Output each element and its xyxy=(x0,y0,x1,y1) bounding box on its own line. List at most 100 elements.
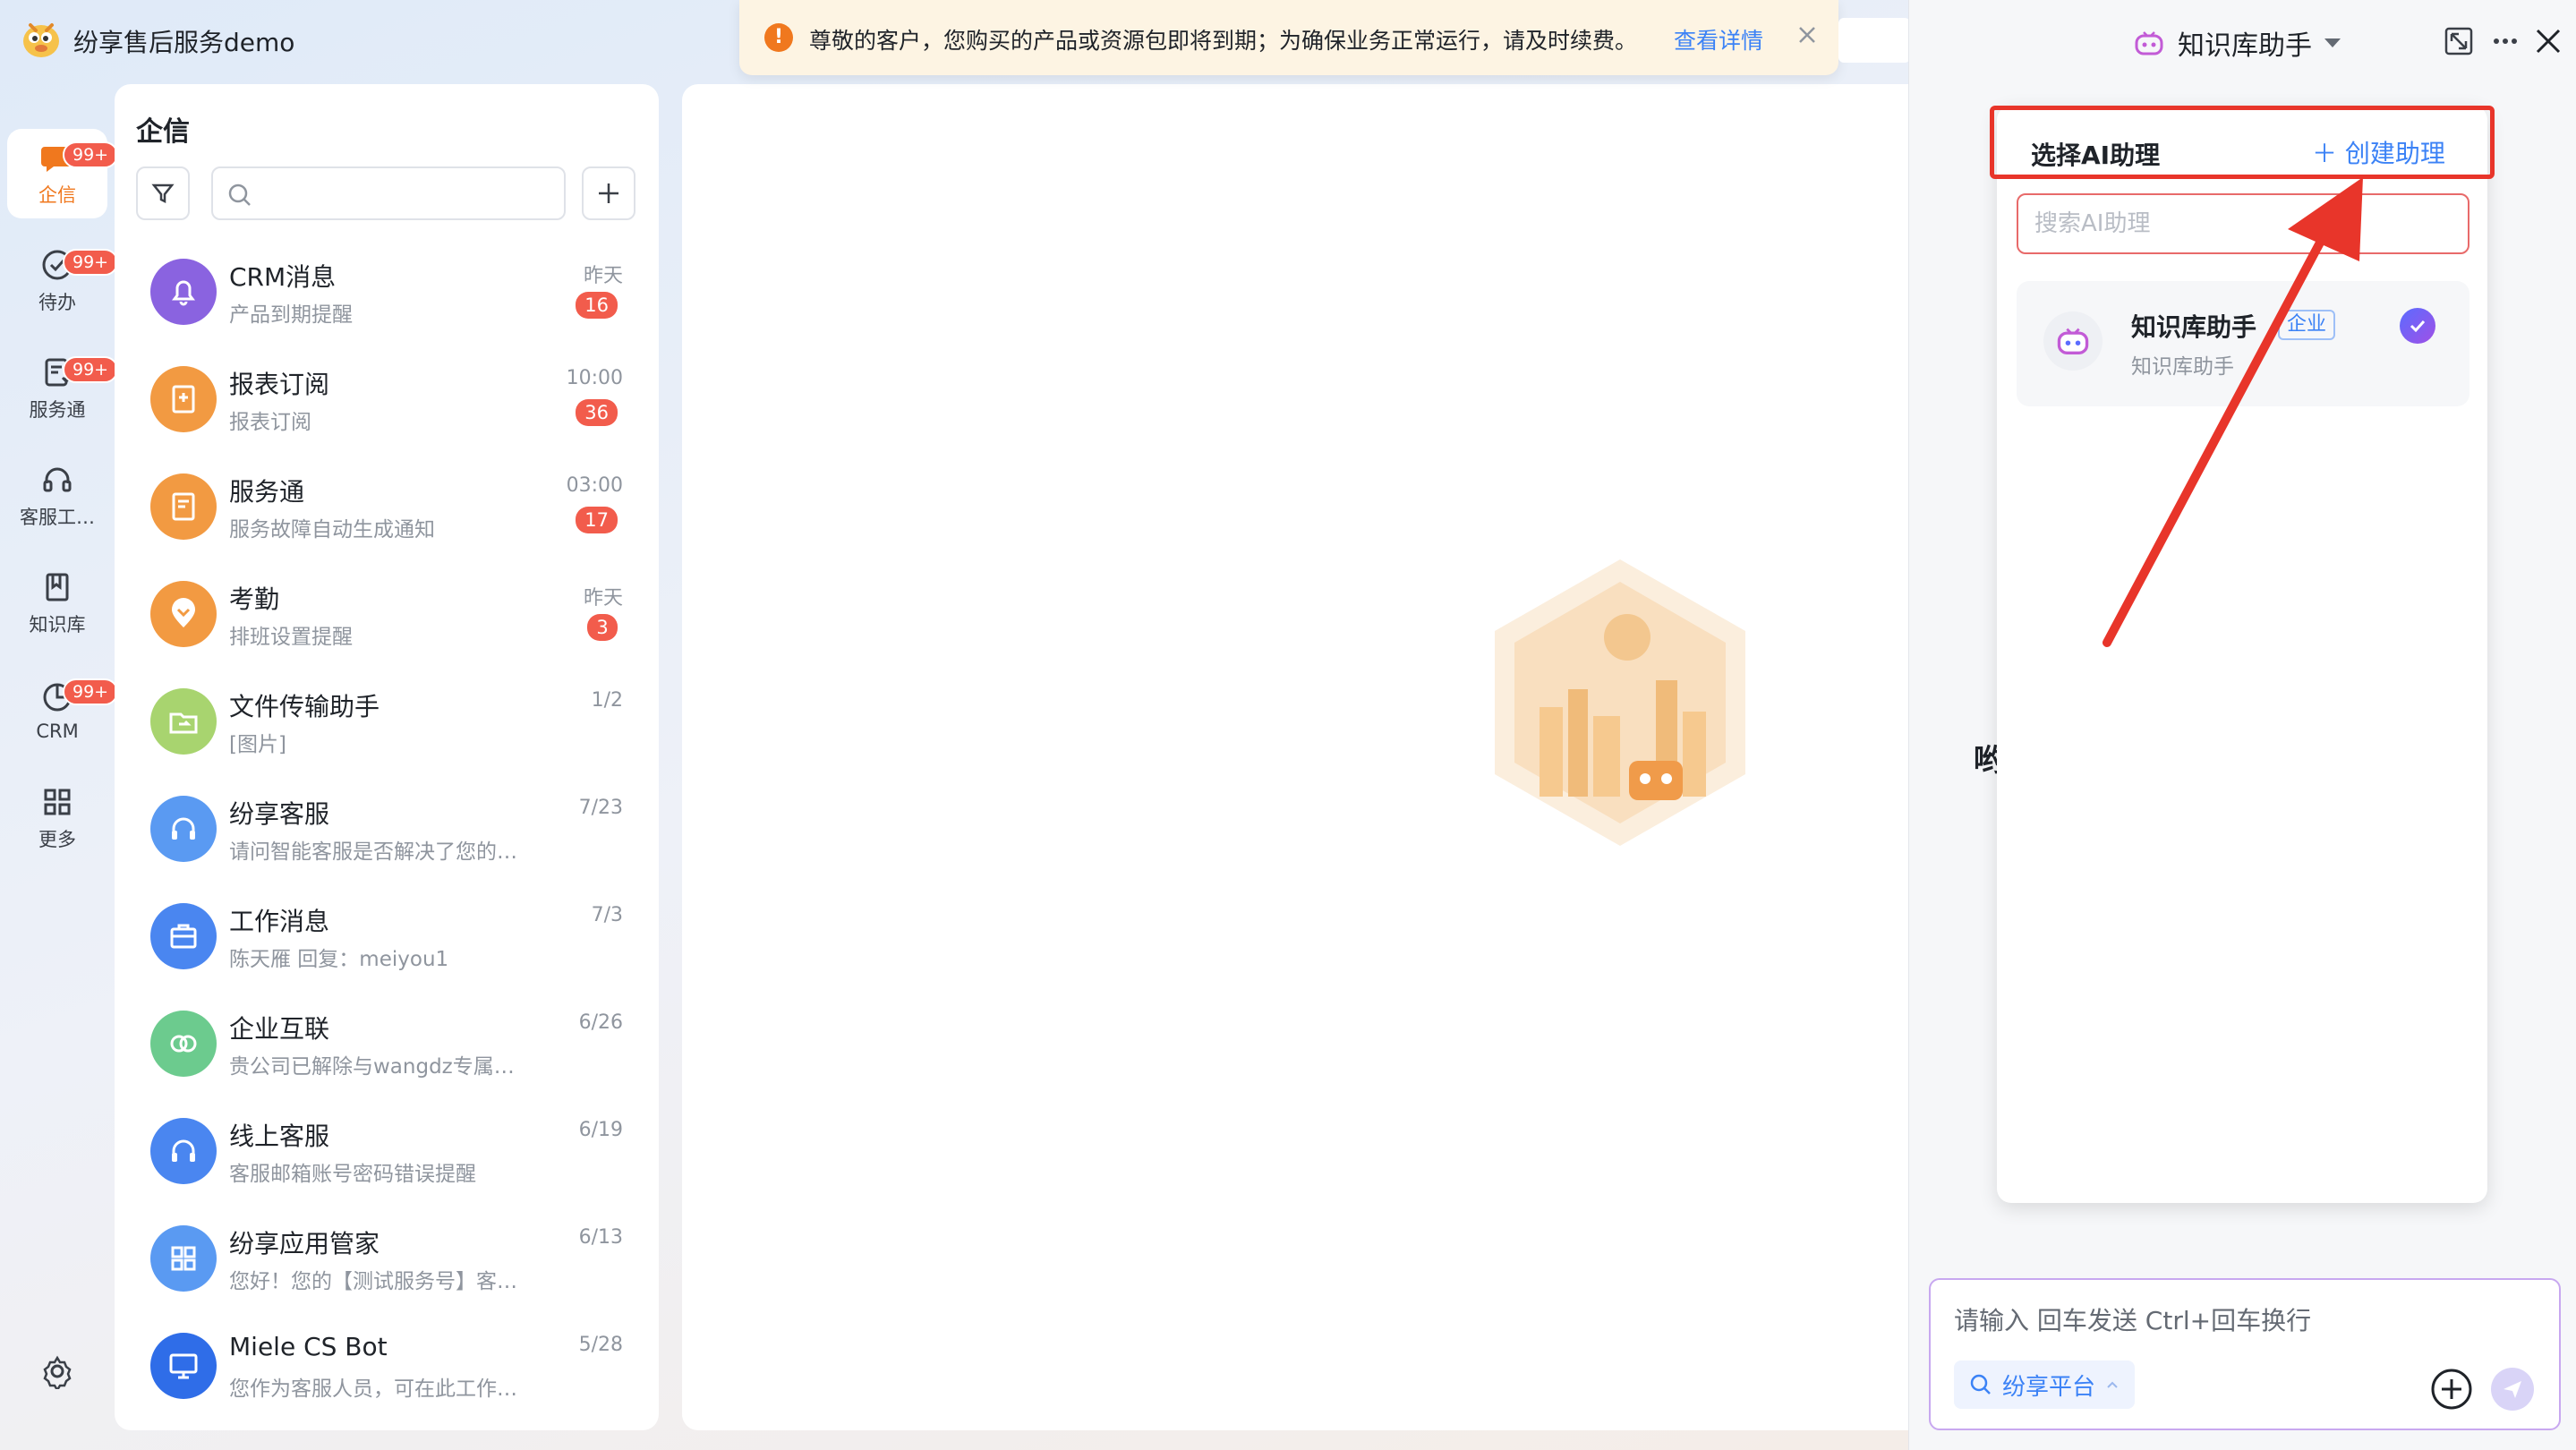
conversation-preview: 客服邮箱账号密码错误提醒 xyxy=(229,1163,476,1186)
conversation-item[interactable]: 文件传输助手 [图片] 1/2 xyxy=(115,670,659,777)
conversation-time: 6/13 xyxy=(578,1226,623,1249)
chevron-down-icon xyxy=(2324,38,2341,47)
rail-item-more[interactable]: 更多 xyxy=(7,773,107,863)
rail-item-todo[interactable]: 待办 99+ xyxy=(7,236,119,326)
link-circles-icon xyxy=(170,1035,197,1053)
conversation-avatar xyxy=(150,581,217,647)
conversation-preview: 报表订阅 xyxy=(229,411,311,434)
conversation-time: 7/3 xyxy=(591,904,623,926)
rail-badge: 99+ xyxy=(63,249,119,276)
conversation-item[interactable]: 服务通 服务故障自动生成通知 03:00 17 xyxy=(115,455,659,562)
list-title: 企信 xyxy=(136,116,190,148)
conversation-avatar xyxy=(150,1011,217,1077)
monitor-icon xyxy=(169,1353,198,1379)
conversation-preview: 产品到期提醒 xyxy=(229,303,353,327)
conversation-time: 1/2 xyxy=(591,689,623,712)
chat-input-box: 纷享平台 xyxy=(1929,1278,2561,1430)
add-attachment-icon[interactable] xyxy=(2430,1368,2473,1411)
conversation-time: 昨天 xyxy=(583,587,623,610)
headset-icon xyxy=(43,467,72,492)
rail-badge: 99+ xyxy=(63,141,119,168)
conversation-item[interactable]: 工作消息陈天雁 回复：meiyou1 7/3 xyxy=(115,884,659,992)
expiry-notice-banner: ! 尊敬的客户，您购买的产品或资源包即将到期；为确保业务正常运行，请及时续费。 … xyxy=(739,0,1838,75)
rail-badge: 99+ xyxy=(63,678,119,705)
filter-button[interactable] xyxy=(136,166,190,220)
conversation-avatar xyxy=(150,903,217,969)
conversation-name: 纷享应用管家 xyxy=(229,1229,380,1258)
conversation-preview: 排班设置提醒 xyxy=(229,626,353,649)
check-icon xyxy=(2410,320,2426,333)
book-icon xyxy=(46,573,69,601)
conversation-item[interactable]: 企业互联 贵公司已解除与wangdz专属… 6/26 xyxy=(115,992,659,1099)
conversation-item[interactable]: Miele CS Bot 您作为客服人员，可在此工作… 5/28 xyxy=(115,1314,659,1421)
rail-label: 知识库 xyxy=(29,614,86,635)
conversation-preview: 请问智能客服是否解决了您的… xyxy=(229,840,517,864)
rail-item-service[interactable]: 服务通 99+ xyxy=(7,344,119,433)
expand-icon[interactable] xyxy=(2443,25,2475,57)
conversation-time: 7/23 xyxy=(578,797,623,819)
rail-label: 客服工… xyxy=(20,507,95,528)
conversation-avatar xyxy=(150,1333,217,1399)
conversation-search[interactable] xyxy=(211,166,566,220)
platform-selector[interactable]: 纷享平台 xyxy=(1954,1360,2136,1409)
conversation-name: CRM消息 xyxy=(229,262,337,292)
briefcase-icon xyxy=(170,924,197,949)
robot-icon xyxy=(2057,328,2089,354)
conversation-time: 5/28 xyxy=(578,1334,623,1356)
conversation-name: Miele CS Bot xyxy=(229,1332,388,1361)
selected-check-icon xyxy=(2400,308,2435,344)
conversation-name: 服务通 xyxy=(229,477,305,507)
conversation-item[interactable]: CRM消息 产品到期提醒 昨天 16 xyxy=(115,240,659,347)
search-input[interactable] xyxy=(260,175,555,211)
annotation-highlight-box xyxy=(1990,106,2495,179)
chevron-up-icon xyxy=(2107,1381,2118,1388)
add-button[interactable] xyxy=(582,166,635,220)
grid-icon xyxy=(44,789,71,815)
message-input[interactable] xyxy=(1954,1301,2527,1346)
conversation-item[interactable]: 纷享客服请问智能客服是否解决了您的… 7/23 xyxy=(115,777,659,884)
conversation-preview: 陈天雁 回复：meiyou1 xyxy=(229,948,449,971)
conversation-avatar xyxy=(150,1118,217,1184)
notice-details-link[interactable]: 查看详情 xyxy=(1674,23,1763,55)
location-heart-icon xyxy=(172,598,195,627)
conversation-item[interactable]: 考勤 排班设置提醒 昨天 3 xyxy=(115,562,659,670)
send-button[interactable] xyxy=(2491,1368,2534,1411)
unread-count-badge: 16 xyxy=(576,292,618,319)
robot-icon xyxy=(2135,31,2163,55)
rail-label: 服务通 xyxy=(29,399,86,421)
conversation-item[interactable]: 纷享应用管家 您好！您的【测试服务号】客… 6/13 xyxy=(115,1207,659,1314)
conversation-avatar xyxy=(150,688,217,755)
app-title: 纷享售后服务demo xyxy=(73,28,295,57)
title-search-fragment xyxy=(1838,18,1910,63)
conversation-name: 工作消息 xyxy=(229,907,330,936)
rail-label: 待办 xyxy=(38,292,76,313)
plus-icon xyxy=(599,183,618,203)
notice-text: 尊敬的客户，您购买的产品或资源包即将到期；为确保业务正常运行，请及时续费。 xyxy=(809,28,1638,54)
rail-item-qixin[interactable]: 企信 99+ xyxy=(7,129,119,218)
rail-item-kb[interactable]: 知识库 xyxy=(7,559,107,648)
more-options-icon[interactable] xyxy=(2489,25,2521,57)
rail-badge: 99+ xyxy=(63,356,119,383)
assistant-selector[interactable]: 知识库助手 xyxy=(2133,23,2341,63)
conversation-name: 考勤 xyxy=(229,584,280,614)
conversation-avatar xyxy=(150,473,217,540)
rail-item-cs[interactable]: 客服工… xyxy=(7,451,107,541)
conversation-preview: [图片] xyxy=(229,733,286,756)
conversation-item[interactable]: 报表订阅 报表订阅 10:00 36 xyxy=(115,347,659,455)
app-logo-icon xyxy=(23,23,59,57)
conversation-avatar xyxy=(150,259,217,325)
filter-icon xyxy=(151,183,175,204)
search-icon xyxy=(228,183,251,206)
conversation-name: 文件传输助手 xyxy=(229,692,380,721)
conversation-item[interactable]: 线上客服 客服邮箱账号密码错误提醒 6/19 xyxy=(115,1099,659,1207)
rail-item-crm[interactable]: CRM 99+ xyxy=(7,666,119,755)
conversation-avatar xyxy=(150,366,217,432)
conversation-name: 纷享客服 xyxy=(229,799,330,829)
close-icon[interactable] xyxy=(1794,21,1821,48)
conversation-list-panel: 企信 CRM消息产品到期提醒昨天 16 报表订阅 报表订阅 10:00 36 服务通 服务故障… xyxy=(115,84,659,1430)
settings-gear-icon[interactable] xyxy=(39,1353,75,1389)
close-panel-icon[interactable] xyxy=(2532,25,2564,57)
unread-count-badge: 17 xyxy=(576,507,618,533)
service-icon xyxy=(172,492,195,521)
platform-label: 纷享平台 xyxy=(2002,1373,2096,1401)
